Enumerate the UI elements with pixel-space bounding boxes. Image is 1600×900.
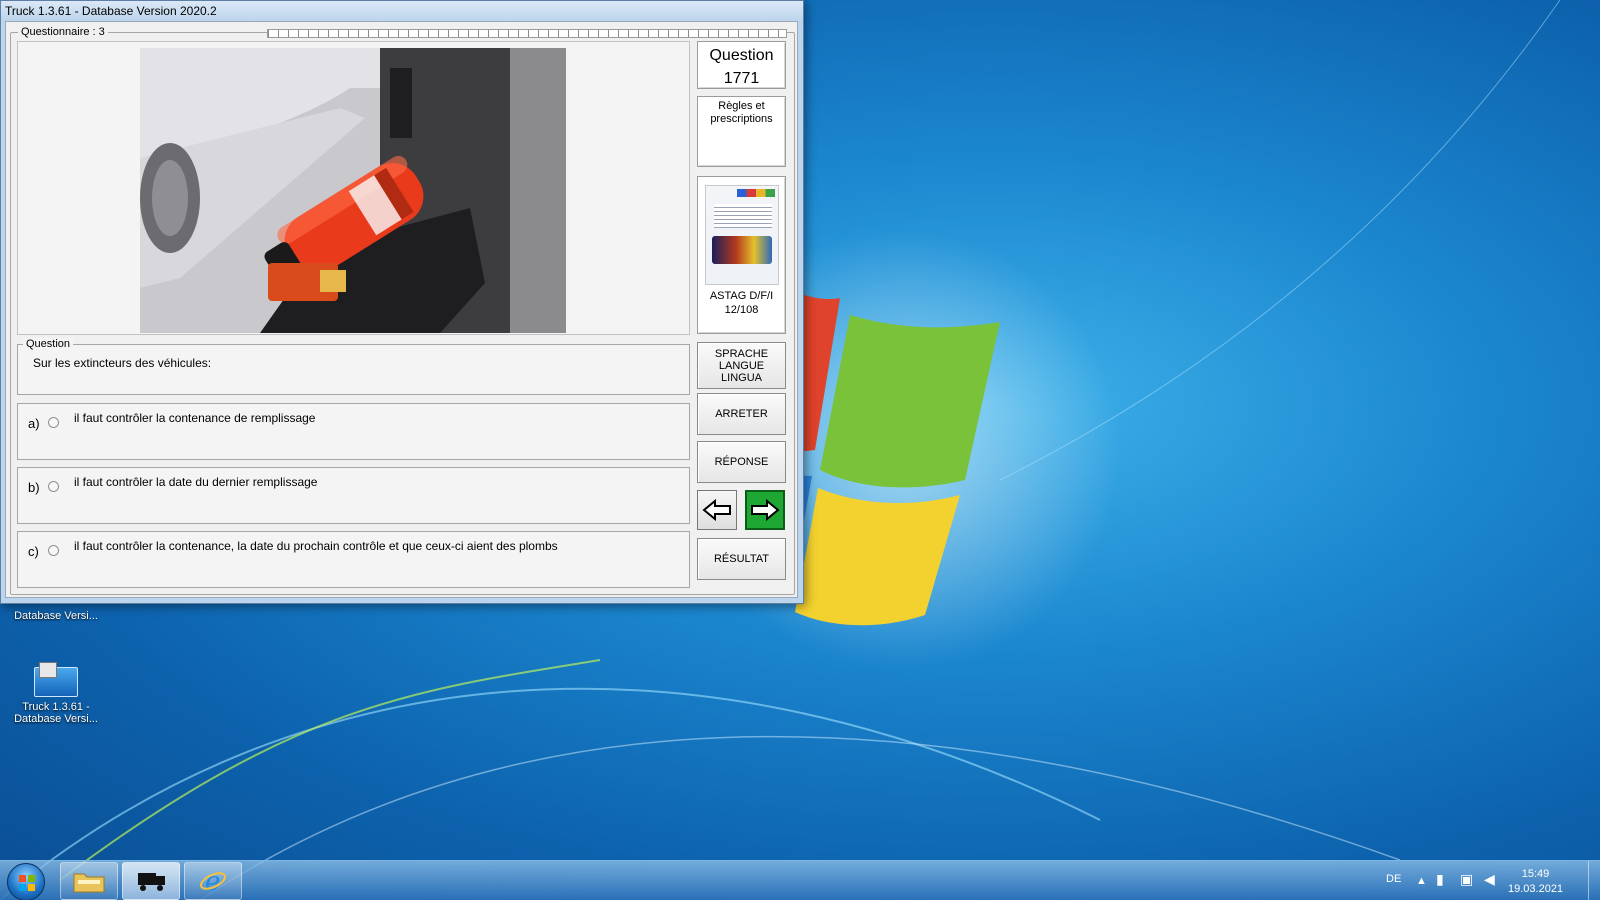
question-text: Sur les extincteurs des véhicules: bbox=[33, 356, 212, 370]
clock-time: 15:49 bbox=[1521, 868, 1550, 880]
window-title: Truck 1.3.61 - Database Version 2020.2 bbox=[5, 4, 217, 18]
answer-radio-c[interactable] bbox=[48, 545, 59, 556]
answer-letter-c: c) bbox=[28, 544, 39, 559]
language-indicator[interactable]: DE bbox=[1386, 873, 1401, 885]
book-cover-stripe bbox=[736, 189, 775, 197]
book-cover-text-lines bbox=[713, 204, 772, 228]
answer-option-b[interactable]: b) il faut contrôler la date du dernier … bbox=[17, 467, 690, 524]
questionnaire-label: Questionnaire : 3 bbox=[18, 26, 108, 38]
stop-button[interactable]: ARRETER bbox=[697, 393, 786, 435]
fire-extinguisher-photo bbox=[140, 48, 566, 333]
answer-text-b: il faut contrôler la date du dernier rem… bbox=[74, 475, 318, 489]
show-desktop-button[interactable] bbox=[1588, 861, 1600, 900]
taskbar-explorer-button[interactable] bbox=[60, 862, 118, 900]
desktop-icon-partial[interactable]: Database Versi... bbox=[8, 610, 104, 622]
question-box: Question Sur les extincteurs des véhicul… bbox=[17, 338, 690, 395]
windows-logo-icon bbox=[19, 875, 35, 891]
desktop-icon-partial-label: Database Versi... bbox=[14, 610, 98, 622]
result-button-label: RÉSULTAT bbox=[713, 553, 769, 565]
rules-line-2: prescriptions bbox=[710, 113, 773, 125]
clock-date: 19.03.2021 bbox=[1508, 883, 1564, 895]
next-question-button[interactable] bbox=[745, 490, 785, 530]
answer-text-a: il faut contrôler la contenance de rempl… bbox=[74, 411, 316, 425]
show-hidden-icons-button[interactable]: ▲ bbox=[1416, 875, 1427, 887]
stop-button-label: ARRETER bbox=[715, 408, 768, 420]
questionnaire-progress-track bbox=[267, 29, 787, 38]
rules-line-1: Règles et bbox=[718, 100, 765, 112]
questionnaire-group: Questionnaire : 3 Question Sur les extin… bbox=[10, 26, 795, 595]
folder-icon bbox=[73, 873, 105, 893]
volume-tray-icon[interactable]: ◀ bbox=[1484, 871, 1495, 888]
book-caption-line-1: ASTAG D/F/I bbox=[709, 290, 774, 302]
rules-category-box: Règles et prescriptions bbox=[697, 96, 786, 167]
reference-book-box[interactable]: ASTAG D/F/I 12/108 bbox=[697, 176, 786, 334]
window-client-area: Questionnaire : 3 Question Sur les extin… bbox=[5, 21, 798, 598]
previous-question-button[interactable] bbox=[697, 490, 737, 530]
desktop-icon-truck-label-1: Truck 1.3.61 - bbox=[22, 701, 90, 713]
question-number-box: Question 1771 bbox=[697, 41, 786, 89]
network-tray-icon[interactable]: ▣ bbox=[1460, 871, 1473, 888]
device-tray-icon[interactable]: ▮ bbox=[1436, 871, 1444, 888]
question-image-panel bbox=[17, 41, 690, 335]
answer-radio-a[interactable] bbox=[48, 417, 59, 428]
answer-button[interactable]: RÉPONSE bbox=[697, 441, 786, 483]
answer-letter-b: b) bbox=[28, 480, 40, 495]
question-number: 1771 bbox=[723, 70, 760, 87]
book-cover-image bbox=[704, 185, 779, 285]
answer-option-c[interactable]: c) il faut contrôler la contenance, la d… bbox=[17, 531, 690, 588]
answer-radio-b[interactable] bbox=[48, 481, 59, 492]
window-titlebar[interactable]: Truck 1.3.61 - Database Version 2020.2 bbox=[1, 1, 803, 21]
answer-text-c: il faut contrôler la contenance, la date… bbox=[74, 539, 558, 553]
language-button-line-1: SPRACHE bbox=[714, 347, 769, 360]
desktop-icon-truck-label-2: Database Versi... bbox=[14, 713, 98, 725]
desktop-icon-truck[interactable]: Truck 1.3.61 - Database Versi... bbox=[8, 662, 104, 725]
question-label: Question bbox=[709, 47, 774, 64]
taskbar-truck-app-button[interactable] bbox=[122, 862, 180, 900]
arrow-right-icon bbox=[751, 499, 780, 521]
internet-explorer-icon: e bbox=[199, 867, 227, 896]
result-button[interactable]: RÉSULTAT bbox=[697, 538, 786, 580]
answer-letter-a: a) bbox=[28, 416, 40, 431]
arrow-left-icon bbox=[702, 499, 731, 521]
question-legend: Question bbox=[23, 338, 74, 350]
book-cover-bus bbox=[711, 236, 772, 264]
book-caption-line-2: 12/108 bbox=[724, 304, 759, 316]
truck-icon bbox=[138, 873, 165, 891]
language-button-line-2: LANGUE bbox=[718, 359, 765, 372]
taskbar-clock[interactable]: 15:49 19.03.2021 bbox=[1508, 867, 1563, 897]
answer-button-label: RÉPONSE bbox=[714, 456, 769, 468]
svg-text:e: e bbox=[205, 867, 220, 896]
taskbar-browser-button[interactable]: e bbox=[184, 862, 242, 900]
taskbar: e DE ▲ ▮ ▣ ◀ 15:49 19.03.2021 bbox=[0, 860, 1600, 900]
language-button-line-3: LINGUA bbox=[721, 371, 762, 384]
start-button[interactable] bbox=[7, 863, 45, 900]
answer-option-a[interactable]: a) il faut contrôler la contenance de re… bbox=[17, 403, 690, 460]
fire-extinguisher-illustration bbox=[140, 48, 566, 333]
app-window: Truck 1.3.61 - Database Version 2020.2 Q… bbox=[0, 0, 804, 604]
truck-app-icon bbox=[34, 662, 78, 697]
language-button[interactable]: SPRACHE LANGUE LINGUA bbox=[697, 342, 786, 389]
